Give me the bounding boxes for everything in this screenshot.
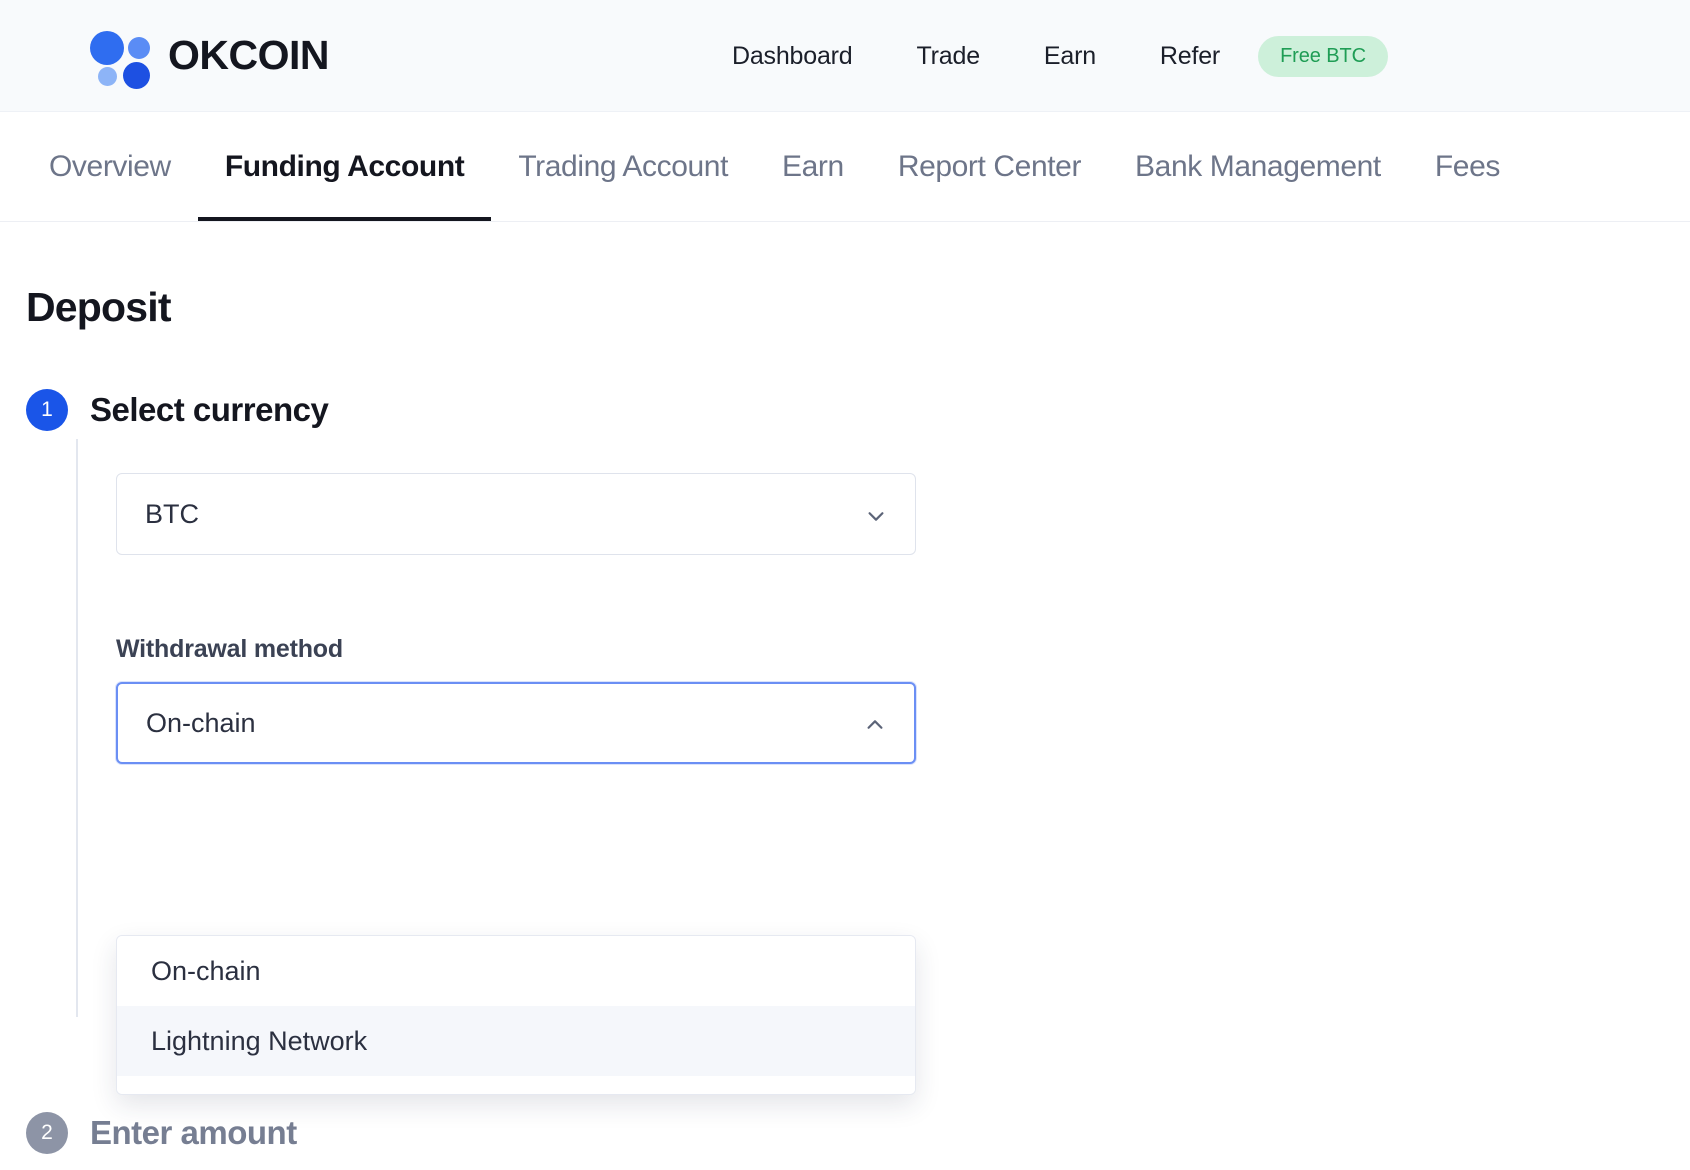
- page-title: Deposit: [26, 284, 172, 330]
- tab-bank-management[interactable]: Bank Management: [1108, 112, 1408, 221]
- logo-dot-3: [98, 66, 117, 86]
- dropdown-option-on-chain[interactable]: On-chain: [117, 936, 915, 1006]
- withdrawal-method-select[interactable]: On-chain: [116, 682, 916, 764]
- logo-dot-2: [128, 36, 150, 59]
- chevron-down-icon: [865, 503, 887, 525]
- dropdown-panel-footer: [117, 1076, 915, 1094]
- logo-dot-1: [90, 30, 124, 65]
- nav-item-dashboard[interactable]: Dashboard: [700, 42, 885, 71]
- deposit-stepper: 1 Select currency BTC Withdrawal method …: [26, 389, 1690, 1154]
- primary-nav: Dashboard Trade Earn Refer Free BTC: [700, 0, 1388, 112]
- currency-select-value: BTC: [145, 498, 199, 529]
- step-1-title: Select currency: [90, 391, 329, 428]
- main-content: Deposit 1 Select currency BTC Withdrawal…: [0, 284, 1690, 1154]
- step-2-header: 2 Enter amount: [26, 1112, 1690, 1154]
- step-2-badge: 2: [26, 1112, 68, 1154]
- logo-dot-4: [123, 61, 150, 89]
- step-2-title: Enter amount: [90, 1114, 297, 1151]
- tab-trading-account[interactable]: Trading Account: [491, 112, 755, 221]
- nav-item-refer[interactable]: Refer: [1128, 42, 1252, 71]
- logo-wordmark: OKCOIN: [168, 32, 330, 78]
- okcoin-logo[interactable]: OKCOIN: [90, 27, 330, 89]
- step-1-badge: 1: [26, 389, 68, 431]
- tab-report-center[interactable]: Report Center: [871, 112, 1108, 221]
- tab-earn[interactable]: Earn: [755, 112, 871, 221]
- okcoin-logo-icon: [90, 27, 152, 89]
- free-btc-badge[interactable]: Free BTC: [1258, 35, 1388, 77]
- step-1-body: BTC Withdrawal method On-chain: [26, 473, 1690, 764]
- top-header: OKCOIN Dashboard Trade Earn Refer Free B…: [0, 0, 1690, 112]
- step-1-header: 1 Select currency: [26, 389, 1690, 431]
- nav-item-trade[interactable]: Trade: [885, 42, 1012, 71]
- nav-item-earn[interactable]: Earn: [1012, 42, 1128, 71]
- tab-fees[interactable]: Fees: [1408, 112, 1527, 221]
- currency-select[interactable]: BTC: [116, 473, 916, 555]
- dropdown-option-lightning-network[interactable]: Lightning Network: [117, 1006, 915, 1076]
- withdrawal-method-value: On-chain: [146, 707, 256, 738]
- account-tabs: Overview Funding Account Trading Account…: [0, 112, 1690, 222]
- tab-overview[interactable]: Overview: [22, 112, 198, 221]
- chevron-up-icon: [864, 712, 886, 734]
- withdrawal-method-dropdown[interactable]: On-chain Lightning Network: [116, 935, 916, 1095]
- tab-funding-account[interactable]: Funding Account: [197, 112, 492, 221]
- withdrawal-method-label: Withdrawal method: [116, 635, 343, 663]
